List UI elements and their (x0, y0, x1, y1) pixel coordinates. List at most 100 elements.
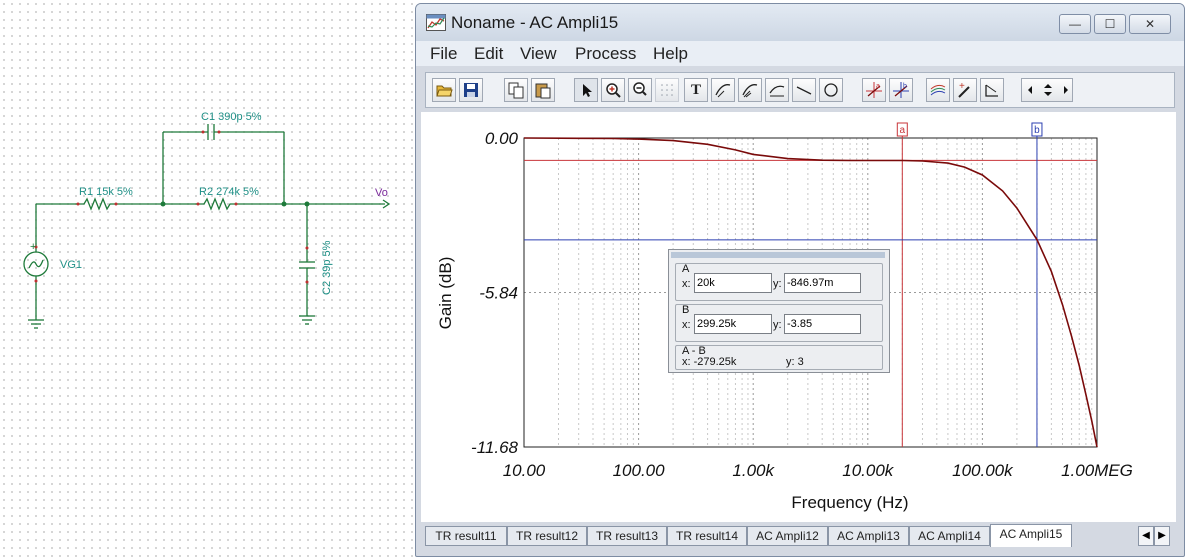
cursor-diff-y: y: 3 (786, 356, 804, 368)
vg1-label: VG1 (60, 259, 82, 271)
pointer-button[interactable] (574, 78, 598, 102)
menu-view[interactable]: View (520, 44, 557, 64)
y-tick-label: -11.68 (471, 438, 518, 457)
cursor-a-title: A (682, 263, 690, 275)
cursor-a-group: A x: y: (675, 263, 883, 301)
c2-label: C2 39p 5% (321, 240, 333, 295)
tab-scroll-right-icon[interactable]: ▶ (1154, 526, 1170, 546)
cursor-readout[interactable]: A x: y: B x: y: A - B x: -279.25k y: 3 (668, 249, 890, 373)
close-button[interactable]: ✕ (1129, 14, 1171, 34)
cursor-a-y-prefix: y: (773, 278, 782, 290)
cursor-b-x-prefix: x: (682, 319, 691, 331)
svg-text:+: + (959, 81, 965, 92)
save-button[interactable] (459, 78, 483, 102)
c1-label: C1 390p 5% (201, 111, 262, 123)
grid-button[interactable] (655, 78, 679, 102)
y-tick-label: 0.00 (485, 129, 519, 148)
x-tick-label: 100.00k (952, 461, 1014, 480)
open-icon (436, 85, 453, 97)
cursor-a-x-input[interactable] (694, 273, 772, 293)
menu-help[interactable]: Help (653, 44, 688, 64)
paste-button[interactable] (531, 78, 555, 102)
r1-label: R1 15k 5% (79, 186, 133, 198)
cursor-b-y-prefix: y: (773, 319, 782, 331)
y-axis-label: Gain (dB) (436, 257, 455, 330)
x-tick-label: 10.00 (503, 461, 546, 480)
line-button[interactable] (792, 78, 816, 102)
cursor-diff-x: x: -279.25k (682, 356, 737, 368)
curve-tool2-button[interactable] (738, 78, 762, 102)
app-icon (426, 14, 446, 31)
menu-bar: File Edit View Process Help (416, 41, 1184, 66)
multi-curve-icon (930, 84, 946, 96)
cursor-b-group: B x: y: (675, 304, 883, 342)
result-tabs: TR result11 TR result12 TR result13 TR r… (425, 524, 1177, 548)
marker-button[interactable]: + (953, 78, 977, 102)
angle-button[interactable] (980, 78, 1004, 102)
analysis-window: Noname - AC Ampli15 — ☐ ✕ File Edit View… (415, 3, 1185, 557)
tab-scroll-left-icon[interactable]: ◀ (1138, 526, 1154, 546)
cursor-b-title: B (682, 304, 690, 316)
cursor-a-button[interactable]: a (862, 78, 886, 102)
cursor-b-icon: b (893, 82, 909, 98)
cursor-a-x-prefix: x: (682, 278, 691, 290)
zoom-100-icon (633, 82, 647, 96)
output-label: Vo (375, 187, 388, 199)
window-title: Noname - AC Ampli15 (451, 13, 619, 32)
zoom-in-button[interactable] (601, 78, 625, 102)
cursor-a-flag-label: a (900, 125, 906, 136)
menu-file[interactable]: File (430, 44, 457, 64)
readout-header[interactable] (671, 252, 885, 258)
save-icon (464, 83, 478, 97)
x-tick-label: 10.00k (842, 461, 895, 480)
x-tick-label: 1.00MEG (1061, 461, 1133, 480)
title-bar[interactable]: Noname - AC Ampli15 — ☐ ✕ (416, 4, 1184, 41)
text-icon: T (690, 82, 701, 98)
circle-button[interactable] (819, 78, 843, 102)
line-icon (796, 86, 812, 95)
minimize-button[interactable]: — (1059, 14, 1091, 34)
cursor-a-y-input[interactable] (784, 273, 861, 293)
r2-label: R2 274k 5% (199, 186, 259, 198)
pointer-icon (583, 84, 592, 97)
cursor-b-y-input[interactable] (784, 314, 861, 334)
menu-process[interactable]: Process (575, 44, 636, 64)
angle-icon (985, 84, 998, 97)
tab-tr-result13[interactable]: TR result13 (587, 526, 667, 546)
cursor-b-x-input[interactable] (694, 314, 772, 334)
maximize-button[interactable]: ☐ (1094, 14, 1126, 34)
tab-ac-ampli12[interactable]: AC Ampli12 (747, 526, 828, 546)
tab-ac-ampli14[interactable]: AC Ampli14 (909, 526, 990, 546)
menu-edit[interactable]: Edit (474, 44, 503, 64)
curve-tool2-icon (742, 84, 758, 98)
open-button[interactable] (432, 78, 456, 102)
circle-icon (824, 83, 838, 97)
curve-tool-button[interactable] (711, 78, 735, 102)
minimize-icon: — (1069, 17, 1081, 31)
x-tick-label: 1.00k (732, 461, 775, 480)
schematic-canvas[interactable]: + C1 390p 5% R1 15k 5% R2 274k 5% VG1 Vo… (0, 0, 415, 559)
zoom-100-button[interactable] (628, 78, 652, 102)
curve-tool-icon (715, 84, 731, 98)
curve-tool3-button[interactable] (765, 78, 789, 102)
cursor-a-icon: a (866, 82, 882, 98)
cursor-b-button[interactable]: b (889, 78, 913, 102)
tab-tr-result11[interactable]: TR result11 (425, 526, 507, 546)
tab-ac-ampli13[interactable]: AC Ampli13 (828, 526, 909, 546)
tab-tr-result12[interactable]: TR result12 (507, 526, 587, 546)
x-tick-label: 100.00 (613, 461, 666, 480)
tab-ac-ampli15[interactable]: AC Ampli15 (990, 524, 1072, 547)
toolbar: T a b + (425, 72, 1175, 108)
paste-icon (535, 83, 551, 99)
scroll-control[interactable] (1021, 78, 1073, 102)
copy-button[interactable] (504, 78, 528, 102)
r2-resistor[interactable] (198, 197, 236, 211)
y-tick-label: -5.84 (479, 284, 518, 303)
r1-resistor[interactable] (78, 197, 116, 211)
text-button[interactable]: T (684, 78, 708, 102)
tab-tr-result14[interactable]: TR result14 (667, 526, 747, 546)
x-axis-label: Frequency (Hz) (791, 493, 908, 512)
multi-curve-button[interactable] (926, 78, 950, 102)
scroll-icon (1028, 84, 1068, 96)
cursor-b-flag-label: b (1034, 125, 1040, 136)
